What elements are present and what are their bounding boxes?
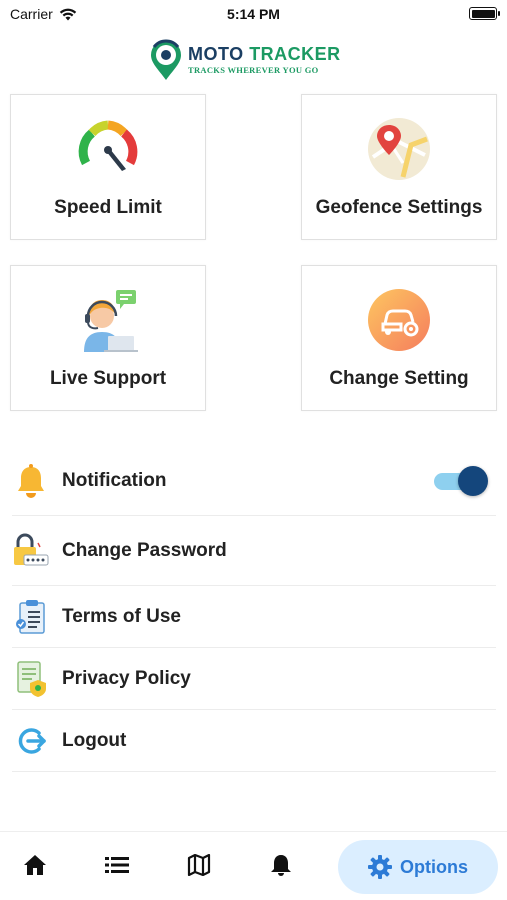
document-shield-icon: [12, 660, 50, 698]
change-setting-card[interactable]: Change Setting: [301, 265, 497, 411]
privacy-policy-label: Privacy Policy: [62, 667, 191, 689]
menu-item-logout[interactable]: Logout: [12, 710, 496, 772]
geofence-settings-label: Geofence Settings: [315, 197, 483, 218]
status-time: 5:14 PM: [227, 6, 280, 22]
live-support-card[interactable]: Live Support: [10, 265, 206, 411]
tab-options[interactable]: Options: [338, 840, 498, 894]
speed-limit-card[interactable]: Speed Limit: [10, 94, 206, 240]
tab-options-label: Options: [400, 856, 468, 877]
logo-text: MOTO TRACKER TRACKS WHEREVER YOU GO: [188, 45, 341, 75]
menu-item-privacy-policy[interactable]: Privacy Policy: [12, 648, 496, 710]
logo-tagline: TRACKS WHEREVER YOU GO: [188, 65, 319, 76]
notification-label: Notification: [62, 469, 167, 491]
support-agent-icon: [84, 290, 138, 352]
logo-title: MOTO TRACKER: [188, 45, 341, 63]
menu-item-notification: Notification: [12, 446, 496, 516]
logo-title-tracker: TRACKER: [249, 44, 341, 65]
speed-limit-label: Speed Limit: [54, 197, 162, 218]
terms-of-use-label: Terms of Use: [62, 605, 181, 627]
app-logo: MOTO TRACKER TRACKS WHEREVER YOU GO: [148, 38, 368, 82]
bell-icon: [12, 462, 50, 500]
live-support-label: Live Support: [49, 368, 167, 389]
geofence-settings-card[interactable]: Geofence Settings: [301, 94, 497, 240]
map-pin-icon: [368, 118, 430, 180]
tab-home[interactable]: [12, 842, 58, 888]
gear-icon: [368, 855, 392, 879]
menu-item-change-password[interactable]: Change Password: [12, 516, 496, 586]
map-icon: [187, 854, 211, 876]
clipboard-icon: [12, 598, 50, 636]
list-icon: [105, 857, 129, 873]
bell-icon: [271, 855, 291, 876]
notification-toggle[interactable]: [434, 465, 488, 496]
logout-label: Logout: [62, 729, 127, 751]
change-setting-label: Change Setting: [329, 368, 469, 389]
battery-icon: [469, 7, 500, 20]
menu-item-terms-of-use[interactable]: Terms of Use: [12, 586, 496, 648]
tab-map[interactable]: [176, 842, 222, 888]
change-password-label: Change Password: [62, 539, 227, 561]
logout-icon: [12, 722, 50, 760]
car-settings-icon: [368, 289, 430, 351]
logo-title-moto: MOTO: [188, 44, 244, 65]
speedometer-icon: [78, 120, 138, 171]
tab-list[interactable]: [94, 842, 140, 888]
padlock-password-icon: [12, 532, 50, 570]
status-bar: Carrier 5:14 PM: [0, 0, 507, 30]
bottom-tab-bar: Options: [0, 831, 507, 900]
home-icon: [24, 855, 46, 875]
tab-notifications[interactable]: [258, 842, 304, 888]
logo-pin-icon: [151, 39, 181, 80]
